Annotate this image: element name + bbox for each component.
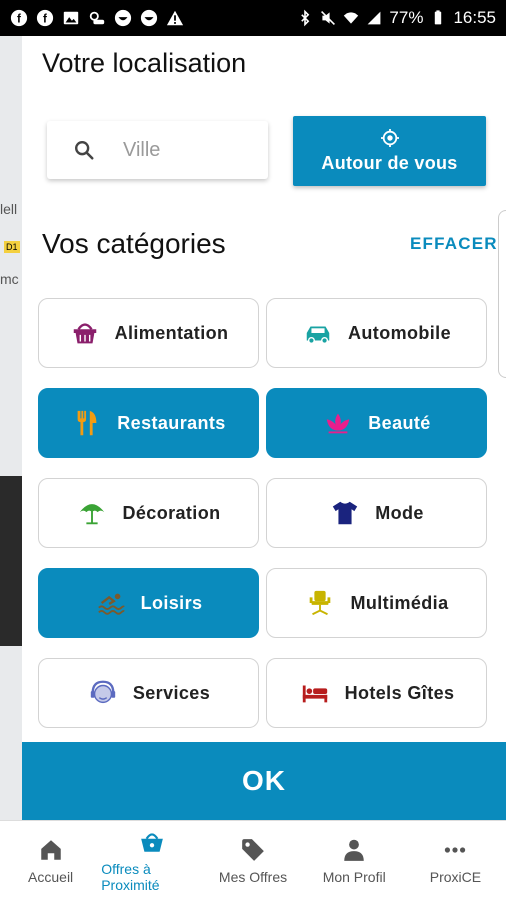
battery-percent: 77% [389, 8, 424, 27]
location-target-icon [380, 128, 399, 147]
side-drawer-handle[interactable] [498, 210, 506, 378]
category-label: Restaurants [117, 412, 226, 433]
parasol-icon [76, 497, 108, 529]
warning-icon [166, 9, 184, 27]
headset-icon [87, 677, 119, 709]
fork-knife-icon [71, 407, 103, 439]
category-decoration[interactable]: Décoration [38, 478, 259, 548]
image-icon [62, 9, 80, 27]
lotus-icon [322, 407, 354, 439]
category-label: Multimédia [350, 592, 449, 613]
location-title: Votre localisation [42, 48, 247, 78]
home-icon [40, 839, 61, 860]
nav-label: Mes Offres [218, 868, 288, 885]
category-label: Hotels Gîtes [344, 682, 455, 703]
category-label: Alimentation [114, 322, 229, 343]
category-beaute[interactable]: Beauté [266, 388, 487, 458]
nav-label: Accueil [28, 868, 74, 885]
around-you-button[interactable]: Autour de vous [293, 116, 486, 186]
nav-label: ProxiCE [429, 868, 482, 885]
bed-icon [299, 677, 331, 709]
nav-mon-profil[interactable]: Mon Profil [304, 821, 405, 900]
nav-label: Offres à Proximité [101, 860, 160, 893]
around-you-label: Autour de vous [321, 152, 458, 173]
nav-mes-offres[interactable]: Mes Offres [202, 821, 303, 900]
svg-text:f: f [17, 13, 21, 26]
map-label: lell [0, 201, 18, 217]
car-icon [302, 317, 334, 349]
smiley-icon [140, 9, 158, 27]
tshirt-icon [329, 497, 361, 529]
basket-icon [69, 317, 101, 349]
nav-accueil[interactable]: Accueil [0, 821, 101, 900]
nav-offres-proximite[interactable]: Offres à Proximité [101, 821, 202, 900]
nav-proxice[interactable]: ProxiCE [405, 821, 506, 900]
map-road-badge: D1 [4, 241, 20, 253]
bluetooth-icon [297, 9, 313, 27]
person-icon [344, 839, 364, 861]
battery-icon [430, 10, 446, 26]
category-hotels-gites[interactable]: Hotels Gîtes [266, 658, 487, 728]
search-icon [75, 141, 94, 160]
category-automobile[interactable]: Automobile [266, 298, 487, 368]
status-bar: f f 77% 16:55 [0, 0, 506, 36]
category-label: Décoration [122, 502, 221, 523]
nav-label: Mon Profil [322, 868, 386, 885]
map-dark-block [0, 476, 22, 646]
mute-icon [320, 10, 336, 26]
category-alimentation[interactable]: Alimentation [38, 298, 259, 368]
signal-icon [366, 10, 382, 26]
category-services[interactable]: Services [38, 658, 259, 728]
ok-button[interactable]: OK [22, 742, 506, 820]
basket-icon [140, 832, 163, 852]
more-icon [445, 846, 466, 853]
city-search[interactable] [47, 121, 268, 179]
clock: 16:55 [453, 8, 496, 27]
map-label: mc [0, 271, 19, 287]
facebook-icon: f [10, 9, 28, 27]
category-label: Mode [375, 502, 424, 523]
category-restaurants[interactable]: Restaurants [38, 388, 259, 458]
city-input[interactable] [123, 138, 243, 162]
category-label: Automobile [348, 322, 451, 343]
bottom-navigation: Accueil Offres à Proximité Mes Offres Mo… [0, 820, 506, 900]
category-label: Services [132, 682, 211, 703]
svg-text:f: f [43, 13, 47, 26]
category-label: Loisirs [140, 592, 203, 613]
wifi-icon [343, 10, 359, 26]
facebook-icon: f [36, 9, 54, 27]
category-multimedia[interactable]: Multimédia [266, 568, 487, 638]
tag-icon [242, 838, 264, 861]
chair-icon [304, 587, 336, 619]
filter-panel: Votre localisation Autour de vous Vos ca… [22, 36, 506, 820]
categories-title: Vos catégories [42, 228, 226, 259]
smiley-icon [114, 9, 132, 27]
clear-button[interactable]: EFFACER [410, 234, 498, 254]
swimmer-icon [95, 587, 127, 619]
category-mode[interactable]: Mode [266, 478, 487, 548]
category-loisirs[interactable]: Loisirs [38, 568, 259, 638]
background-map: lell D1 mc [0, 36, 22, 820]
weather-icon [88, 9, 106, 27]
category-label: Beauté [368, 412, 431, 433]
